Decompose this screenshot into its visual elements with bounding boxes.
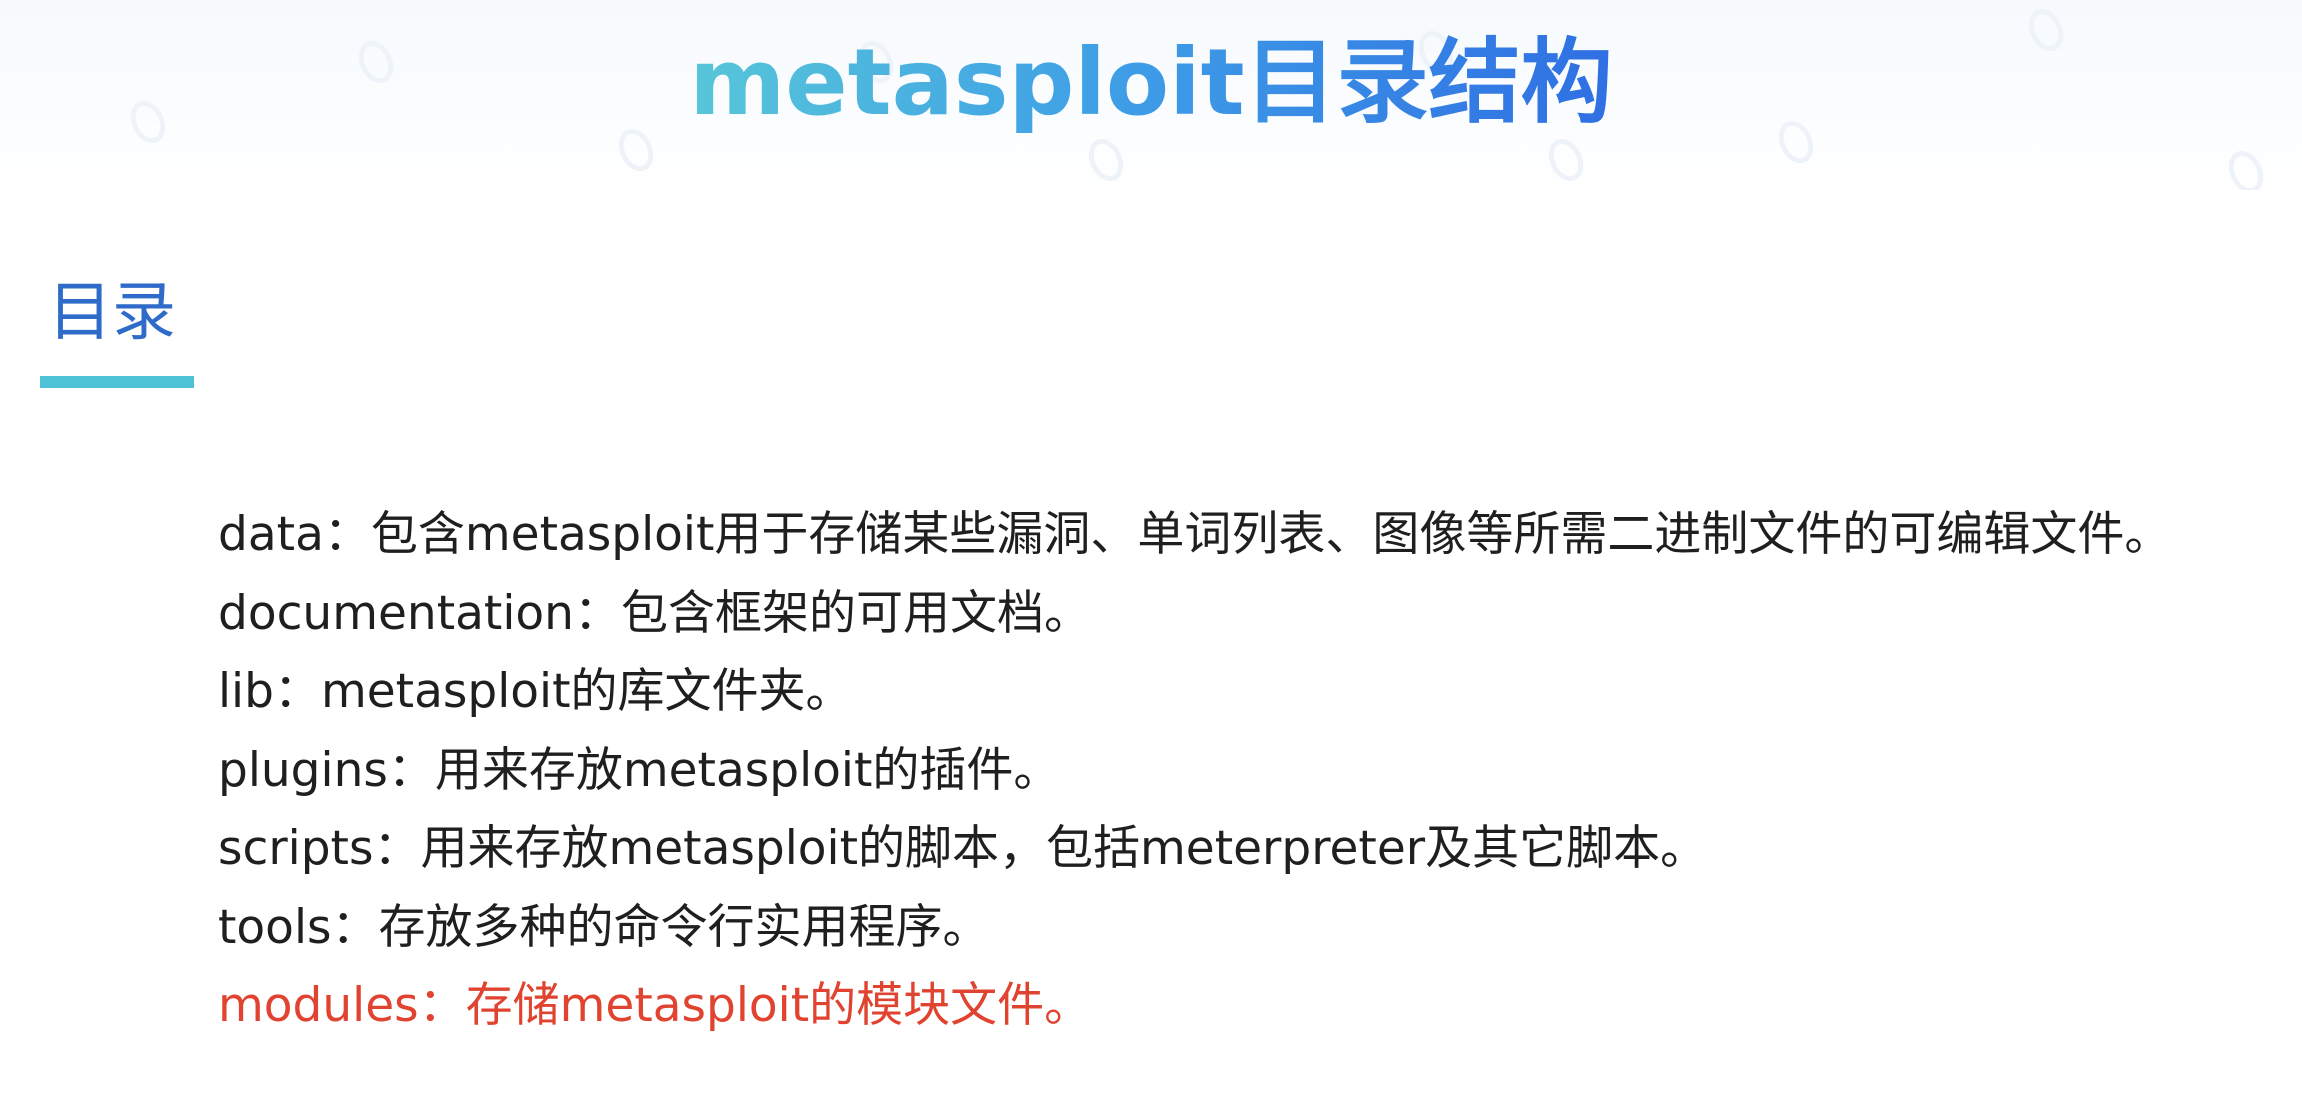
slide-title: metasploit目录结构 <box>0 18 2302 148</box>
directory-list: data：包含metasploit用于存储某些漏洞、单词列表、图像等所需二进制文… <box>218 496 2171 1046</box>
section-heading: 目录 <box>48 276 176 350</box>
list-item-modules: modules：存储metasploit的模块文件。 <box>218 978 1092 1033</box>
list-item-documentation: documentation：包含框架的可用文档。 <box>218 585 1091 641</box>
list-item-data: data：包含metasploit用于存储某些漏洞、单词列表、图像等所需二进制文… <box>218 507 2172 562</box>
list-item-scripts: scripts：用来存放metasploit的脚本，包括meterpreter及… <box>218 821 1708 876</box>
watermark-logo-icon <box>2222 145 2270 190</box>
slide-title-text: metasploit目录结构 <box>689 29 1613 136</box>
section-underline <box>40 376 194 388</box>
list-item-tools: tools：存放多种的命令行实用程序。 <box>218 899 990 955</box>
list-item-plugins: plugins：用来存放metasploit的插件。 <box>218 742 1061 798</box>
list-item-lib: lib：metasploit的库文件夹。 <box>218 664 853 719</box>
